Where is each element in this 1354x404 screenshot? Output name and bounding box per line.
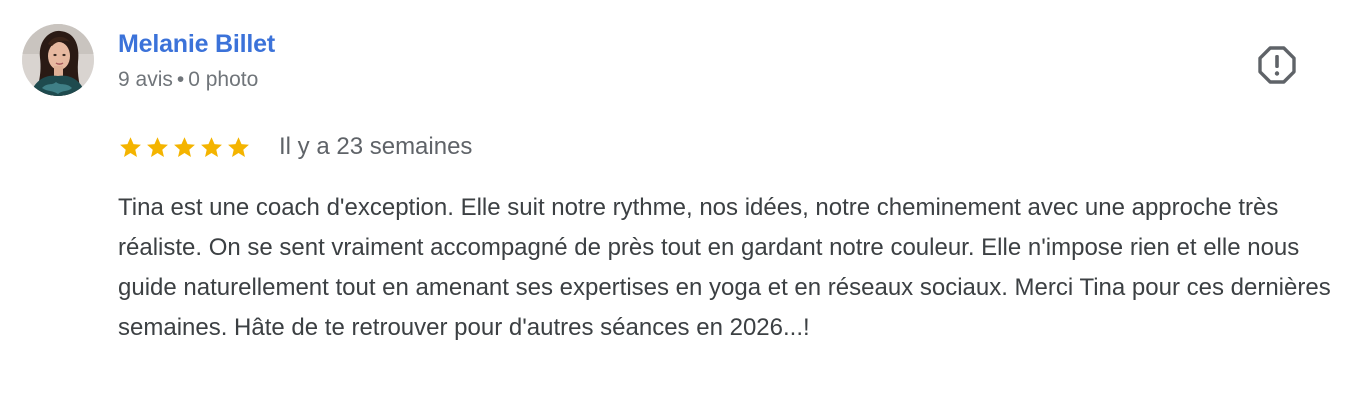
review-date: Il y a 23 semaines	[279, 133, 473, 160]
reviewer-name[interactable]: Melanie Billet	[118, 28, 275, 60]
star-rating	[118, 135, 251, 160]
star-icon	[147, 136, 168, 157]
avatar-photo-icon	[22, 24, 94, 96]
rating-row: Il y a 23 semaines	[118, 130, 472, 164]
star-icon	[120, 136, 141, 157]
reviewer-avatar[interactable]	[22, 24, 94, 96]
star-icon	[228, 136, 249, 157]
reviews-count: 9 avis	[118, 68, 173, 91]
star-icon	[201, 136, 222, 157]
reviewer-meta: 9 avis • 0 photo	[118, 66, 258, 94]
report-flag-icon[interactable]	[1258, 46, 1296, 84]
review-text: Tina est une coach d'exception. Elle sui…	[118, 194, 1331, 341]
star-icon	[174, 136, 195, 157]
review-card: Melanie Billet 9 avis • 0 photo Il y a 23 …	[0, 0, 1354, 404]
meta-separator: •	[176, 68, 185, 91]
photos-count: 0 photo	[188, 68, 259, 91]
